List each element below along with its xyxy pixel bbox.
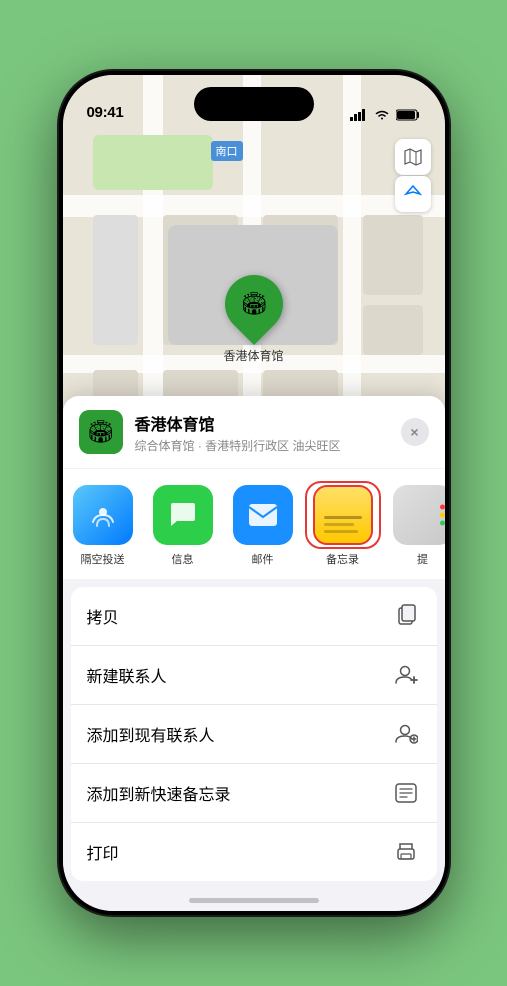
- messages-label: 信息: [172, 551, 194, 567]
- location-name: 香港体育馆: [135, 411, 389, 435]
- map-type-button[interactable]: [395, 139, 431, 175]
- share-item-more[interactable]: 提: [383, 485, 445, 567]
- airdrop-icon-wrap: [73, 485, 133, 545]
- wifi-icon: [374, 109, 390, 121]
- print-icon: [391, 837, 421, 867]
- more-icon-wrap: [393, 485, 445, 545]
- phone-screen: 09:41: [63, 75, 445, 911]
- copy-icon: [391, 601, 421, 631]
- more-label: 提: [417, 551, 428, 567]
- action-print[interactable]: 打印: [71, 823, 437, 881]
- battery-icon: [396, 109, 421, 121]
- signal-icon: [350, 109, 368, 121]
- location-button[interactable]: [395, 176, 431, 212]
- share-row: 隔空投送 信息: [63, 469, 445, 579]
- status-icons: [350, 109, 421, 121]
- share-item-airdrop[interactable]: 隔空投送: [63, 485, 143, 567]
- share-item-mail[interactable]: 邮件: [223, 485, 303, 567]
- status-time: 09:41: [87, 104, 124, 121]
- notes-icon-wrap: [313, 485, 373, 545]
- action-print-label: 打印: [87, 840, 119, 864]
- marker-label: 香港体育馆: [223, 347, 283, 364]
- person-existing-icon: [391, 719, 421, 749]
- more-dots-icons: [440, 505, 445, 526]
- airdrop-label: 隔空投送: [81, 551, 125, 567]
- stadium-marker[interactable]: 🏟 香港体育馆: [223, 275, 283, 364]
- home-indicator: [189, 898, 319, 903]
- marker-pin: 🏟: [212, 263, 294, 345]
- messages-icon-wrap: [153, 485, 213, 545]
- bottom-sheet: 🏟 香港体育馆 综合体育馆 · 香港特别行政区 油尖旺区 ×: [63, 396, 445, 911]
- share-item-notes[interactable]: 备忘录: [303, 485, 383, 567]
- location-header: 🏟 香港体育馆 综合体育馆 · 香港特别行政区 油尖旺区 ×: [63, 396, 445, 468]
- action-quick-note[interactable]: 添加到新快速备忘录: [71, 764, 437, 823]
- map-south-label: 南口: [211, 141, 243, 161]
- close-button[interactable]: ×: [401, 418, 429, 446]
- location-info: 香港体育馆 综合体育馆 · 香港特别行政区 油尖旺区: [135, 411, 389, 454]
- airdrop-icon: [88, 500, 118, 530]
- messages-icon: [167, 499, 199, 531]
- mail-icon: [247, 502, 279, 528]
- notes-label: 备忘录: [326, 551, 359, 567]
- location-subtitle: 综合体育馆 · 香港特别行政区 油尖旺区: [135, 437, 389, 454]
- action-new-contact-label: 新建联系人: [87, 663, 167, 687]
- location-app-icon: 🏟: [79, 410, 123, 454]
- map-icon: [403, 147, 423, 167]
- dynamic-island: [194, 87, 314, 121]
- action-quick-note-label: 添加到新快速备忘录: [87, 781, 231, 805]
- location-arrow-icon: [404, 185, 422, 203]
- action-copy-label: 拷贝: [87, 604, 119, 628]
- mail-icon-wrap: [233, 485, 293, 545]
- action-copy[interactable]: 拷贝: [71, 587, 437, 646]
- person-add-icon: [391, 660, 421, 690]
- action-add-existing[interactable]: 添加到现有联系人: [71, 705, 437, 764]
- mail-label: 邮件: [252, 551, 274, 567]
- action-new-contact[interactable]: 新建联系人: [71, 646, 437, 705]
- phone-frame: 09:41: [59, 71, 449, 915]
- stadium-icon: 🏟: [240, 291, 268, 317]
- share-item-messages[interactable]: 信息: [143, 485, 223, 567]
- action-list: 拷贝 新建联系人: [71, 587, 437, 881]
- share-row-container: 隔空投送 信息: [63, 469, 445, 579]
- map-controls: [395, 139, 431, 212]
- note-icon: [391, 778, 421, 808]
- action-add-existing-label: 添加到现有联系人: [87, 722, 215, 746]
